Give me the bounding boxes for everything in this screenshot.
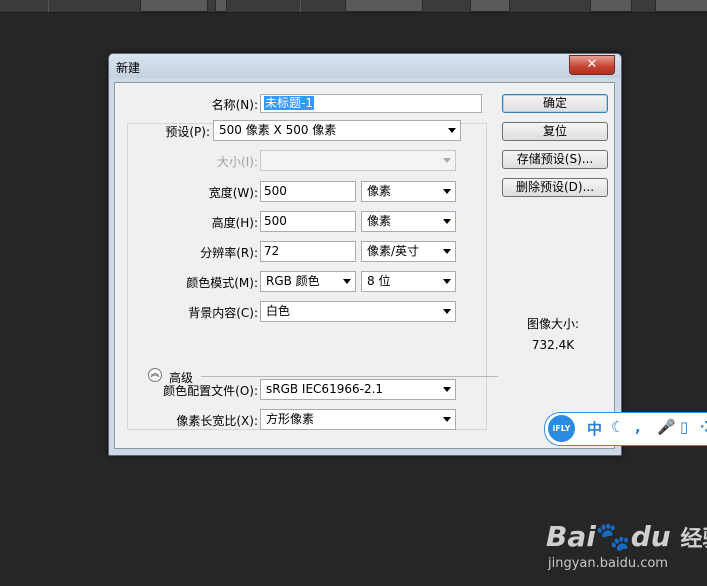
- chevron-down-icon: [443, 309, 451, 314]
- toolbar-field[interactable]: [470, 0, 510, 12]
- name-value: 未标题-1: [264, 96, 314, 110]
- resolution-value: 72: [264, 244, 280, 258]
- color-profile-select[interactable]: sRGB IEC61966-2.1: [260, 379, 456, 400]
- chevron-down-icon: [443, 417, 451, 422]
- name-input[interactable]: 未标题-1: [260, 94, 482, 113]
- keyboard-icon[interactable]: ▯: [680, 418, 688, 436]
- chevron-down-icon: [443, 219, 451, 224]
- color-mode-label: 颜色模式(M):: [186, 276, 258, 290]
- height-unit: 像素: [367, 214, 392, 228]
- size-label: 大小(I):: [217, 155, 258, 169]
- background-value: 白色: [266, 304, 291, 318]
- new-document-dialog: 新建 ✕ 名称(N): 未标题-1 预设(P): 500 像素 X 500 像素…: [108, 53, 622, 456]
- toolbar-dropdown[interactable]: [345, 0, 423, 12]
- toolbar-field[interactable]: [590, 0, 632, 12]
- chevron-down-icon: [443, 387, 451, 392]
- chevron-down-icon: [443, 158, 451, 163]
- resolution-label: 分辨率(R):: [200, 246, 258, 260]
- dialog-body: 名称(N): 未标题-1 预设(P): 500 像素 X 500 像素 大小(I…: [114, 82, 615, 449]
- pixel-aspect-label: 像素长宽比(X):: [176, 414, 258, 428]
- height-label: 高度(H):: [211, 216, 258, 230]
- microphone-icon[interactable]: 🎤: [657, 418, 676, 436]
- options-bar: [0, 0, 707, 13]
- ifly-logo[interactable]: iFLY: [548, 415, 575, 442]
- pixel-aspect-select[interactable]: 方形像素: [260, 409, 456, 430]
- color-mode-select[interactable]: RGB 颜色: [260, 271, 356, 292]
- resolution-unit-select[interactable]: 像素/英寸: [361, 241, 456, 262]
- chevrons-up-icon: ︽: [150, 369, 160, 379]
- preset-label: 预设(P):: [165, 125, 210, 139]
- width-label: 宽度(W):: [208, 186, 258, 200]
- chevron-down-icon: [443, 279, 451, 284]
- baidu-brand-text: Bai: [546, 520, 596, 553]
- moon-icon[interactable]: ☾: [611, 418, 624, 436]
- color-profile-value: sRGB IEC61966-2.1: [266, 382, 384, 396]
- name-label: 名称(N):: [211, 98, 258, 112]
- toolbar-separator: [48, 0, 49, 12]
- width-value: 500: [264, 184, 287, 198]
- ok-button[interactable]: 确定: [502, 94, 608, 113]
- width-unit-select[interactable]: 像素: [361, 181, 456, 202]
- toolbar-separator: [300, 0, 301, 12]
- ime-toolbar: iFLY 中 ☾ , 🎤 ▯ ⁘: [544, 412, 707, 446]
- dialog-titlebar[interactable]: 新建 ✕: [109, 54, 621, 78]
- chevron-down-icon: [443, 189, 451, 194]
- width-input[interactable]: 500: [260, 181, 356, 202]
- baidu-jingyan-text: 经验: [680, 527, 707, 552]
- baidu-brand-text-2: du: [630, 520, 671, 553]
- baidu-watermark-url: jingyan.baidu.com: [548, 556, 668, 571]
- chevron-down-icon: [448, 128, 456, 133]
- width-unit: 像素: [367, 184, 392, 198]
- paw-icon: 🐾: [595, 520, 631, 553]
- image-size-value: 732.4K: [531, 338, 575, 352]
- resolution-input[interactable]: 72: [260, 241, 356, 262]
- dialog-title: 新建: [116, 61, 141, 75]
- reset-button[interactable]: 复位: [502, 122, 608, 141]
- toolbar-button[interactable]: [655, 0, 707, 12]
- size-select: [260, 150, 456, 171]
- advanced-toggle-button[interactable]: ︽: [148, 368, 162, 382]
- image-size-label: 图像大小:: [526, 317, 580, 331]
- color-profile-label: 颜色配置文件(O):: [163, 384, 258, 398]
- pixel-aspect-value: 方形像素: [266, 412, 315, 426]
- grid-icon[interactable]: ⁘: [700, 418, 707, 436]
- advanced-divider: [201, 376, 498, 377]
- toolbar-field[interactable]: [140, 0, 208, 12]
- height-unit-select[interactable]: 像素: [361, 211, 456, 232]
- height-value: 500: [264, 214, 287, 228]
- height-input[interactable]: 500: [260, 211, 356, 232]
- toolbar-checkbox[interactable]: [215, 0, 227, 12]
- ime-mode-toggle[interactable]: 中: [587, 418, 602, 439]
- delete-preset-button[interactable]: 删除预设(D)...: [502, 178, 608, 197]
- save-preset-button[interactable]: 存储预设(S)...: [502, 150, 608, 169]
- background-select[interactable]: 白色: [260, 301, 456, 322]
- close-button[interactable]: ✕: [569, 55, 615, 75]
- preset-value: 500 像素 X 500 像素: [219, 123, 337, 137]
- comma-icon[interactable]: ,: [635, 418, 641, 436]
- preset-select[interactable]: 500 像素 X 500 像素: [213, 120, 461, 141]
- bit-depth-value: 8 位: [367, 274, 391, 288]
- bit-depth-select[interactable]: 8 位: [361, 271, 456, 292]
- chevron-down-icon: [343, 279, 351, 284]
- close-icon: ✕: [586, 57, 598, 72]
- background-label: 背景内容(C):: [188, 306, 258, 320]
- chevron-down-icon: [443, 249, 451, 254]
- baidu-watermark-logo: Bai🐾du 经验: [546, 520, 707, 553]
- color-mode-value: RGB 颜色: [266, 274, 320, 288]
- resolution-unit: 像素/英寸: [367, 244, 420, 258]
